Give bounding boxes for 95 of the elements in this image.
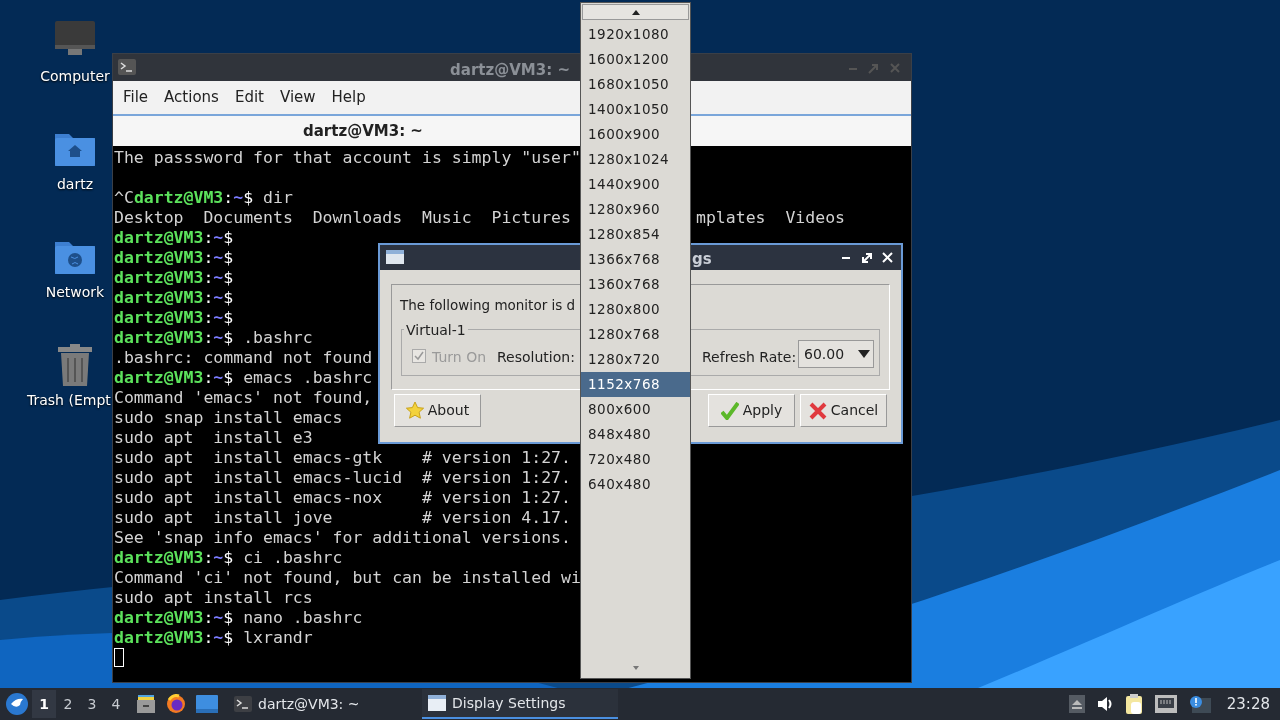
menu-item[interactable]: File bbox=[115, 86, 157, 109]
terminal-prompt: dartz@VM3:~$ bbox=[114, 308, 234, 327]
terminal-output: Desktop Documents Downloads Music Pictures bbox=[114, 208, 571, 227]
terminal-prompt: dartz@VM3:~$ bbox=[114, 288, 234, 307]
apply-button[interactable]: Apply bbox=[708, 394, 795, 427]
workspace-button[interactable]: 4 bbox=[104, 690, 128, 718]
resolution-option[interactable]: 1366x768 bbox=[581, 247, 690, 272]
terminal-output: sudo snap install emacs bbox=[114, 408, 343, 427]
menu-item[interactable]: View bbox=[271, 86, 324, 109]
resolution-label: Resolution: bbox=[497, 348, 575, 367]
desktop-icon-label[interactable]: Network bbox=[45, 282, 105, 303]
terminal-output: sudo apt install emacs-gtk # version 1:27. bbox=[114, 448, 571, 467]
resolution-option[interactable]: 848x480 bbox=[581, 422, 690, 447]
terminal-icon bbox=[118, 59, 136, 75]
resolution-option[interactable]: 1152x768 bbox=[581, 372, 690, 397]
terminal-output: sudo apt install jove # version 4.17. bbox=[114, 508, 571, 527]
down-arrow-icon bbox=[632, 666, 639, 670]
dialog-message: The following monitor is d bbox=[400, 296, 576, 315]
caret-icon bbox=[858, 350, 870, 358]
notification-icon bbox=[1188, 695, 1211, 713]
resolution-option[interactable]: 1440x900 bbox=[581, 172, 690, 197]
about-button[interactable]: About bbox=[394, 394, 481, 427]
workspace-button[interactable]: 1 bbox=[32, 690, 56, 718]
resolution-option[interactable]: 1280x960 bbox=[581, 197, 690, 222]
resolution-option[interactable]: 720x480 bbox=[581, 447, 690, 472]
bird-icon bbox=[10, 698, 24, 710]
desktop-icon-label[interactable]: Computer bbox=[40, 66, 110, 87]
resolution-option[interactable]: 1360x768 bbox=[581, 272, 690, 297]
file-cabinet-icon bbox=[136, 694, 156, 714]
window-icon bbox=[428, 695, 446, 711]
menu-item[interactable]: Help bbox=[323, 86, 374, 109]
terminal-output: Command 'emacs' not found, bbox=[114, 388, 373, 407]
terminal-output: The passsword for that account is simply "user" bbox=[114, 148, 581, 167]
close-icon bbox=[808, 401, 827, 420]
text-cursor bbox=[114, 648, 124, 667]
refresh-rate-combo[interactable]: 60.00 bbox=[798, 340, 874, 368]
star-icon bbox=[405, 401, 424, 420]
terminal-output: .bashrc: command not found bbox=[114, 348, 373, 367]
menu-item[interactable]: Edit bbox=[226, 86, 272, 109]
window-controls-icon bbox=[841, 252, 893, 264]
cancel-button[interactable]: Cancel bbox=[800, 394, 887, 427]
terminal-prompt: dartz@VM3:~$ bbox=[114, 248, 234, 267]
refresh-rate-label: Refresh Rate: bbox=[702, 348, 797, 367]
terminal-output: sudo apt install rcs bbox=[114, 588, 313, 607]
terminal-prompt: dartz@VM3:~$ nano .bashrc bbox=[114, 608, 363, 627]
resolution-option[interactable]: 1600x900 bbox=[581, 122, 690, 147]
menu-item[interactable]: Actions bbox=[156, 86, 227, 109]
taskbar-button[interactable]: dartz@VM3: ~ bbox=[228, 689, 422, 719]
resolution-option[interactable]: 1280x1024 bbox=[581, 147, 690, 172]
terminal-prompt: dartz@VM3:~$ bbox=[114, 228, 234, 247]
resolution-option[interactable]: 1280x720 bbox=[581, 347, 690, 372]
terminal-output: mplates Videos bbox=[696, 208, 845, 228]
desktop-icon-label[interactable]: dartz bbox=[56, 174, 94, 195]
desktop-icon-label[interactable]: Trash (Empt bbox=[27, 390, 111, 411]
terminal-tab[interactable]: dartz@VM3: ~ bbox=[303, 120, 423, 143]
resolution-option[interactable]: 1400x1050 bbox=[581, 97, 690, 122]
dialog-title: gs bbox=[692, 249, 712, 270]
clock: 23:28 bbox=[1226, 693, 1270, 715]
terminal-output: sudo apt install e3 bbox=[114, 428, 313, 447]
clipboard-icon bbox=[1124, 694, 1143, 714]
desktop-icon bbox=[196, 695, 218, 713]
window-controls-icon bbox=[847, 62, 903, 74]
resolution-option[interactable]: 1280x800 bbox=[581, 297, 690, 322]
terminal-prompt: dartz@VM3:~$ ci .bashrc bbox=[114, 548, 343, 567]
terminal-output: Command 'ci' not found, but can be installed wi bbox=[114, 568, 581, 587]
resolution-option[interactable]: 1280x854 bbox=[581, 222, 690, 247]
taskbar-button[interactable]: Display Settings bbox=[422, 689, 618, 719]
check-icon bbox=[720, 401, 739, 420]
resolution-option[interactable]: 1600x1200 bbox=[581, 47, 690, 72]
resolution-option[interactable]: 1280x768 bbox=[581, 322, 690, 347]
window-title: dartz@VM3: ~ bbox=[450, 60, 570, 81]
eject-icon bbox=[1068, 695, 1085, 713]
terminal-output: See 'snap info emacs' for additional versions. bbox=[114, 528, 571, 547]
start-menu-button[interactable] bbox=[6, 693, 28, 715]
window-icon bbox=[386, 250, 404, 264]
browser-globe-icon bbox=[166, 694, 186, 714]
terminal-prompt: dartz@VM3:~$ emacs .bashrc bbox=[114, 368, 373, 387]
resolution-option[interactable]: 1920x1080 bbox=[581, 22, 690, 47]
terminal-output: sudo apt install emacs-lucid # version 1:27. bbox=[114, 468, 571, 487]
network-port-icon bbox=[1154, 695, 1177, 713]
resolution-option[interactable]: 1680x1050 bbox=[581, 72, 690, 97]
up-arrow-icon bbox=[631, 9, 640, 15]
terminal-prompt: ^Cdartz@VM3:~$ dir bbox=[114, 188, 293, 207]
terminal-icon bbox=[234, 696, 252, 712]
volume-icon bbox=[1096, 696, 1113, 712]
checkbox-label: Turn On bbox=[432, 348, 487, 367]
terminal-output: sudo apt install emacs-nox # version 1:27. bbox=[114, 488, 571, 507]
terminal-prompt: dartz@VM3:~$ .bashrc bbox=[114, 328, 313, 347]
resolution-option[interactable]: 640x480 bbox=[581, 472, 690, 497]
terminal-prompt: dartz@VM3:~$ bbox=[114, 268, 234, 287]
resolution-option[interactable]: 800x600 bbox=[581, 397, 690, 422]
workspace-button[interactable]: 2 bbox=[56, 690, 80, 718]
scroll-up-button[interactable] bbox=[582, 4, 689, 20]
workspace-button[interactable]: 3 bbox=[80, 690, 104, 718]
terminal-prompt: dartz@VM3:~$ lxrandr bbox=[114, 628, 313, 647]
